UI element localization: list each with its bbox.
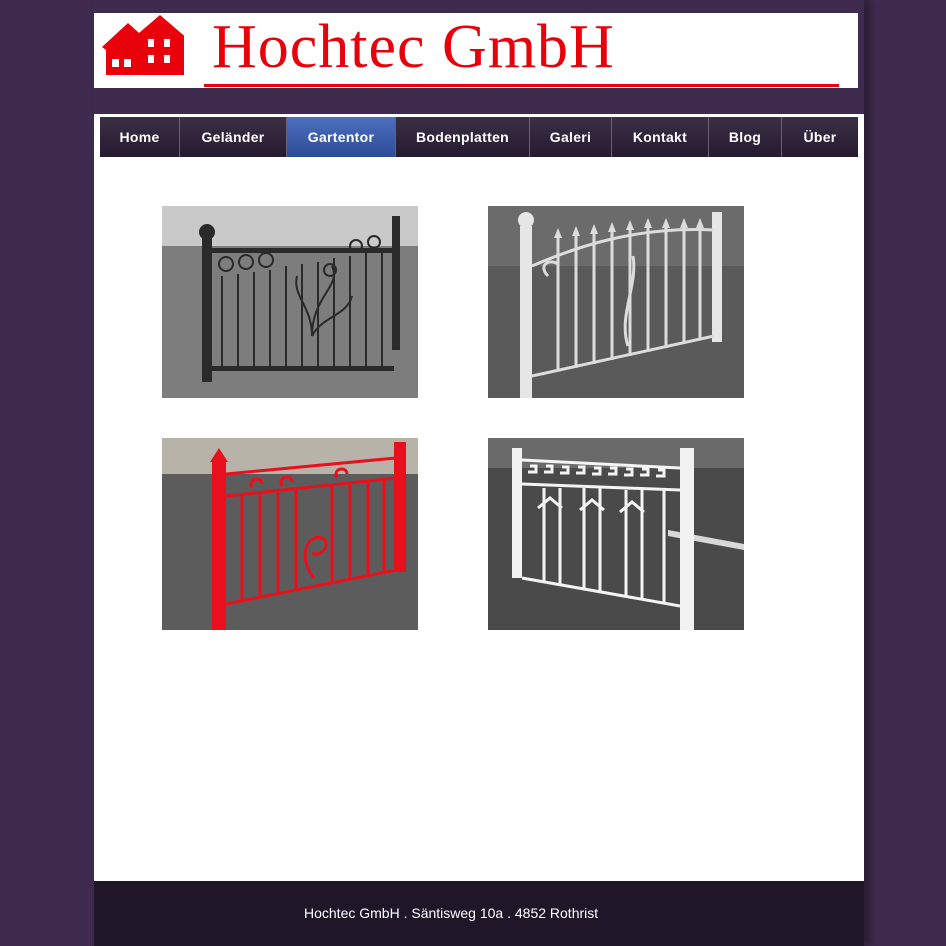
brand-name: Hochtec GmbH [212, 13, 615, 81]
page-container: Hochtec GmbH Home Geländer Gartentor Bod… [94, 0, 864, 946]
nav-item-kontakt[interactable]: Kontakt [612, 117, 709, 157]
house-logo-icon [102, 15, 184, 75]
gallery-image-black-gate[interactable] [162, 206, 418, 398]
nav-item-ueber[interactable]: Über [782, 117, 858, 157]
logo-underline [204, 84, 839, 87]
gallery-image-white-meander-gate[interactable] [488, 438, 744, 630]
footer-address: Hochtec GmbH . Säntisweg 10a . 4852 Roth… [304, 905, 599, 921]
nav-item-gartentor[interactable]: Gartentor [287, 117, 396, 157]
nav-item-blog[interactable]: Blog [709, 117, 782, 157]
nav-item-home[interactable]: Home [100, 117, 180, 157]
header-band: Hochtec GmbH [94, 0, 864, 114]
site-logo[interactable]: Hochtec GmbH [94, 13, 858, 88]
nav-item-gelaender[interactable]: Geländer [180, 117, 287, 157]
gallery-image-white-spear-gate[interactable] [488, 206, 744, 398]
nav-item-bodenplatten[interactable]: Bodenplatten [396, 117, 530, 157]
nav-item-galeri[interactable]: Galeri [530, 117, 612, 157]
gallery-image-red-gate[interactable] [162, 438, 418, 630]
main-navigation: Home Geländer Gartentor Bodenplatten Gal… [100, 117, 858, 157]
footer: Hochtec GmbH . Säntisweg 10a . 4852 Roth… [94, 881, 864, 946]
